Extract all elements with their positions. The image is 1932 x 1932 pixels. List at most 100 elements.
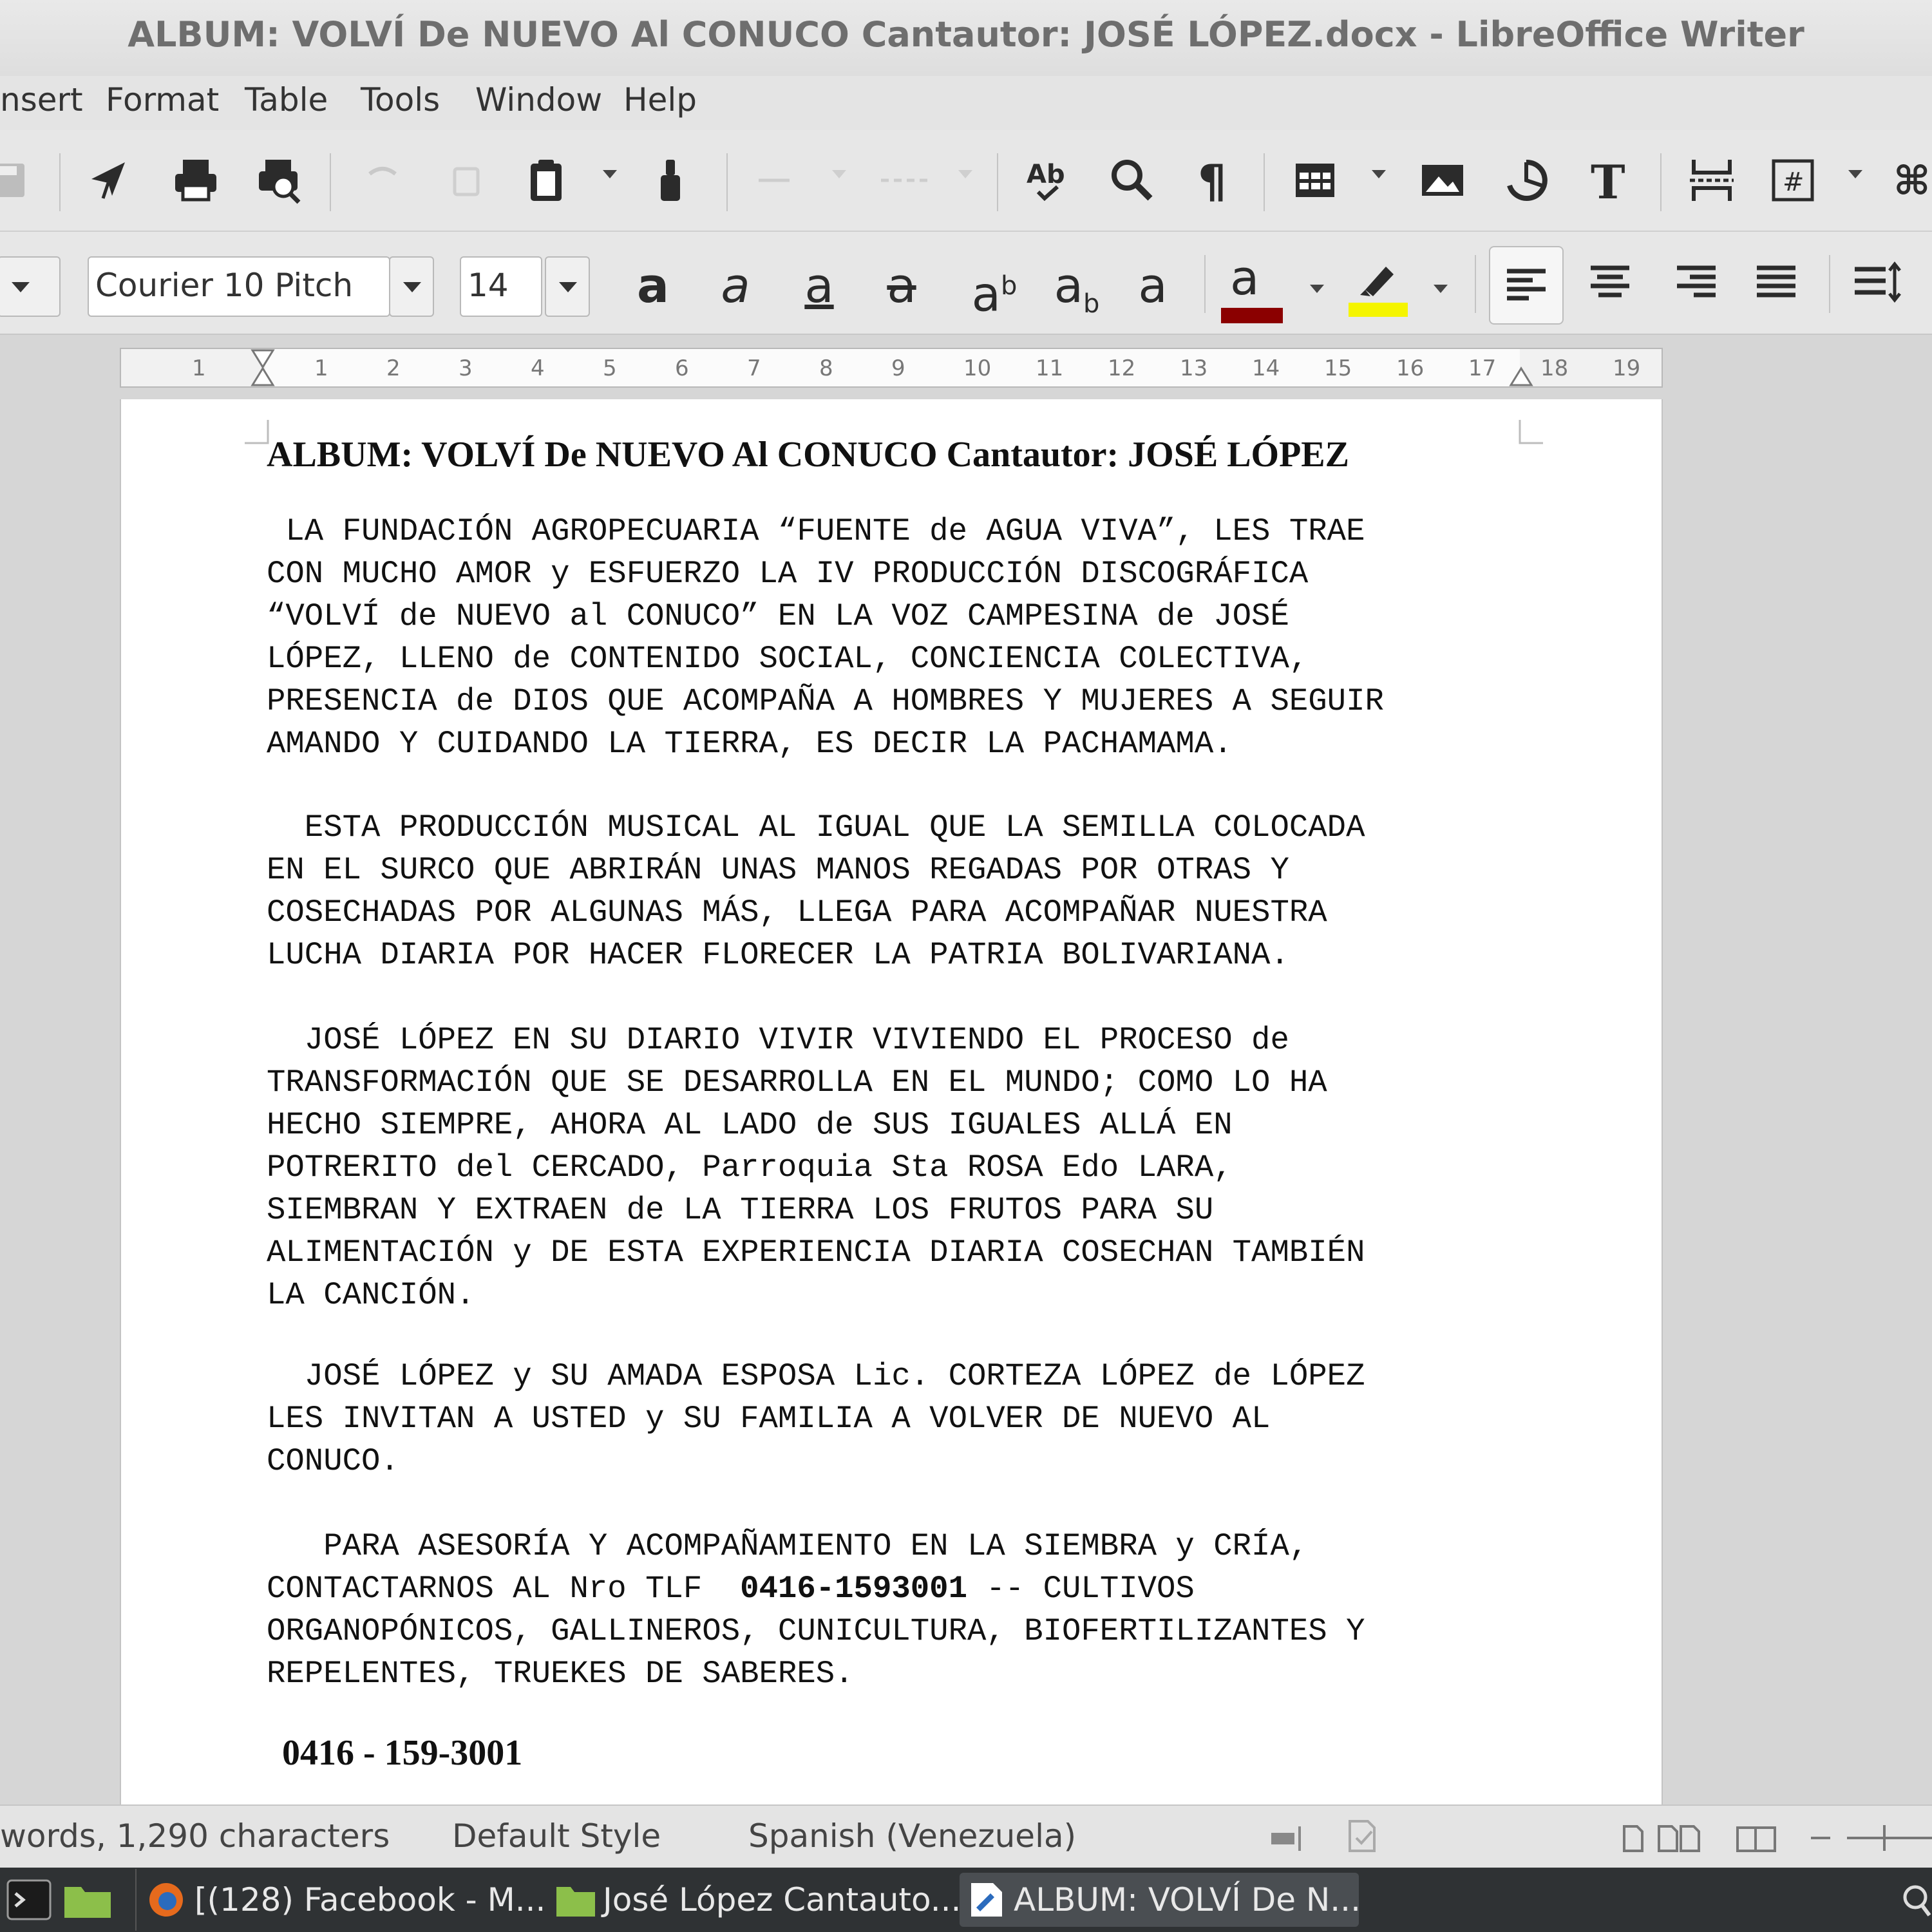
line-dash-icon[interactable] xyxy=(873,149,935,211)
selection-mode-icon[interactable] xyxy=(1269,1823,1303,1855)
ruler-label: 10 xyxy=(963,355,992,381)
firefox-icon xyxy=(149,1883,183,1917)
justify-icon[interactable] xyxy=(1745,251,1807,313)
footer-phone[interactable]: 0416 - 159-3001 xyxy=(282,1732,522,1774)
menu-table[interactable]: Table xyxy=(245,81,328,118)
indent-marker[interactable] xyxy=(250,349,276,386)
ruler-label: 4 xyxy=(531,355,545,381)
shadow-icon[interactable]: a xyxy=(1121,255,1185,319)
align-left-icon[interactable] xyxy=(1489,246,1564,325)
font-name-dropdown-button[interactable] xyxy=(389,256,434,317)
field-dropdown-arrow[interactable] xyxy=(1848,170,1862,178)
clone-formatting-icon[interactable] xyxy=(643,149,705,211)
horizontal-ruler[interactable]: 1 1 2 3 4 5 6 7 8 9 10 11 12 13 14 15 16 17 18 19 xyxy=(120,348,1663,388)
ruler-label: 15 xyxy=(1324,355,1352,381)
underline-icon[interactable]: a xyxy=(787,255,851,319)
table-dropdown-arrow[interactable] xyxy=(1372,170,1386,178)
paragraph-style-dropdown-button[interactable] xyxy=(0,256,61,317)
window-title: ALBUM: VOLVÍ De NUEVO Al CONUCO Cantauto… xyxy=(128,14,1804,55)
document-modified-icon[interactable] xyxy=(1346,1819,1378,1855)
insert-text-box-icon[interactable]: T xyxy=(1578,149,1640,211)
highlight-dropdown-arrow[interactable] xyxy=(1434,285,1448,293)
file-manager-icon[interactable] xyxy=(62,1879,113,1920)
page-style[interactable]: Default Style xyxy=(452,1817,661,1855)
menu-tools[interactable]: Tools xyxy=(361,81,440,118)
taskbar-item-facebook[interactable]: [(128) Facebook - M... xyxy=(147,1873,545,1927)
ruler-label: 7 xyxy=(747,355,761,381)
track-changes-icon[interactable] xyxy=(744,149,806,211)
single-page-view-icon[interactable] xyxy=(1622,1824,1645,1853)
language[interactable]: Spanish (Venezuela) xyxy=(748,1817,1076,1855)
italic-icon[interactable]: a xyxy=(703,255,768,319)
line-style-dropdown-arrow[interactable] xyxy=(832,170,846,178)
menu-window[interactable]: Window xyxy=(475,81,602,118)
ruler-label: 18 xyxy=(1540,355,1569,381)
export-pdf-icon[interactable] xyxy=(79,149,140,211)
ruler-label: 8 xyxy=(819,355,833,381)
taskbar-item-folder[interactable]: José López Cantauto... xyxy=(555,1873,961,1927)
ruler-label: 14 xyxy=(1252,355,1280,381)
font-color-dropdown-arrow[interactable] xyxy=(1310,285,1324,293)
formatting-marks-icon[interactable]: ¶ xyxy=(1184,149,1245,211)
subscript-icon[interactable]: ab xyxy=(1038,255,1115,319)
right-indent-marker[interactable] xyxy=(1508,365,1534,386)
insert-page-break-icon[interactable] xyxy=(1681,149,1743,211)
strikethrough-icon[interactable]: a xyxy=(869,255,934,319)
insert-image-icon[interactable] xyxy=(1412,149,1473,211)
taskbar-item-writer[interactable]: ALBUM: VOLVÍ De N... xyxy=(960,1873,1361,1927)
print-icon[interactable] xyxy=(165,149,227,211)
insert-chart-icon[interactable] xyxy=(1495,149,1557,211)
search-icon[interactable] xyxy=(1900,1882,1932,1920)
line-dash-dropdown-arrow[interactable] xyxy=(958,170,972,178)
font-color-icon[interactable]: a xyxy=(1221,251,1285,323)
ruler-label: 1 xyxy=(192,355,206,381)
paste-dropdown-arrow[interactable] xyxy=(603,170,617,178)
print-preview-icon[interactable] xyxy=(249,149,310,211)
paragraph-4[interactable]: JOSÉ LÓPEZ y SU AMADA ESPOSA Lic. CORTEZ… xyxy=(267,1355,1555,1482)
menu-insert[interactable]: nsert xyxy=(0,81,83,118)
multi-page-view-icon[interactable] xyxy=(1656,1824,1701,1853)
word-count[interactable]: words, 1,290 characters xyxy=(0,1817,390,1855)
paste-icon[interactable] xyxy=(515,149,577,211)
font-name-value: Courier 10 Pitch xyxy=(95,267,354,304)
zoom-out-icon[interactable] xyxy=(1811,1837,1830,1839)
ruler-label: 3 xyxy=(459,355,473,381)
ruler-label: 19 xyxy=(1613,355,1641,381)
font-size-box[interactable]: 14 xyxy=(460,256,542,317)
book-view-icon[interactable] xyxy=(1735,1824,1777,1853)
taskbar: [(128) Facebook - M... José López Cantau… xyxy=(0,1868,1932,1932)
align-center-icon[interactable] xyxy=(1579,251,1641,313)
standard-toolbar: Ab ¶ T # ⌘ xyxy=(0,130,1932,232)
superscript-icon[interactable]: ab xyxy=(956,255,1033,323)
insert-table-icon[interactable] xyxy=(1284,149,1346,211)
folder-icon xyxy=(556,1887,595,1917)
spelling-icon[interactable]: Ab xyxy=(1018,149,1079,211)
document-heading[interactable]: ALBUM: VOLVÍ De NUEVO Al CONUCO Cantauto… xyxy=(267,434,1349,475)
svg-text:¶: ¶ xyxy=(1198,155,1227,206)
font-name-box[interactable]: Courier 10 Pitch xyxy=(88,256,390,317)
status-bar: words, 1,290 characters Default Style Sp… xyxy=(0,1804,1932,1868)
highlight-color-icon[interactable] xyxy=(1346,251,1408,317)
menu-format[interactable]: Format xyxy=(106,81,219,118)
menu-bar: nsert Format Table Tools Window Help xyxy=(0,76,1932,130)
contact-phone: 0416-1593001 xyxy=(740,1571,967,1607)
paragraph-3[interactable]: JOSÉ LÓPEZ EN SU DIARIO VIVIR VIVIENDO E… xyxy=(267,1019,1555,1316)
paragraph-1[interactable]: LA FUNDACIÓN AGROPECUARIA “FUENTE de AGU… xyxy=(267,510,1555,765)
find-replace-icon[interactable] xyxy=(1101,149,1163,211)
redo-icon[interactable] xyxy=(435,149,497,211)
insert-special-icon[interactable]: ⌘ xyxy=(1883,149,1932,211)
paragraph-2[interactable]: ESTA PRODUCCIÓN MUSICAL AL IGUAL QUE LA … xyxy=(267,806,1555,976)
line-spacing-icon[interactable] xyxy=(1846,251,1908,313)
terminal-icon[interactable] xyxy=(6,1879,52,1920)
paragraph-5[interactable]: PARA ASESORÍA Y ACOMPAÑAMIENTO EN LA SIE… xyxy=(267,1525,1555,1695)
insert-field-icon[interactable]: # xyxy=(1762,149,1824,211)
undo-icon[interactable] xyxy=(352,149,413,211)
zoom-slider-thumb[interactable] xyxy=(1883,1825,1886,1851)
menu-help[interactable]: Help xyxy=(623,81,697,118)
zoom-slider[interactable] xyxy=(1847,1837,1932,1839)
font-size-dropdown-button[interactable] xyxy=(545,256,590,317)
bold-icon[interactable]: a xyxy=(621,255,685,319)
formatting-toolbar: Courier 10 Pitch 14 a a a a ab ab a a xyxy=(0,232,1932,335)
save-icon[interactable] xyxy=(0,149,43,211)
align-right-icon[interactable] xyxy=(1665,251,1727,313)
